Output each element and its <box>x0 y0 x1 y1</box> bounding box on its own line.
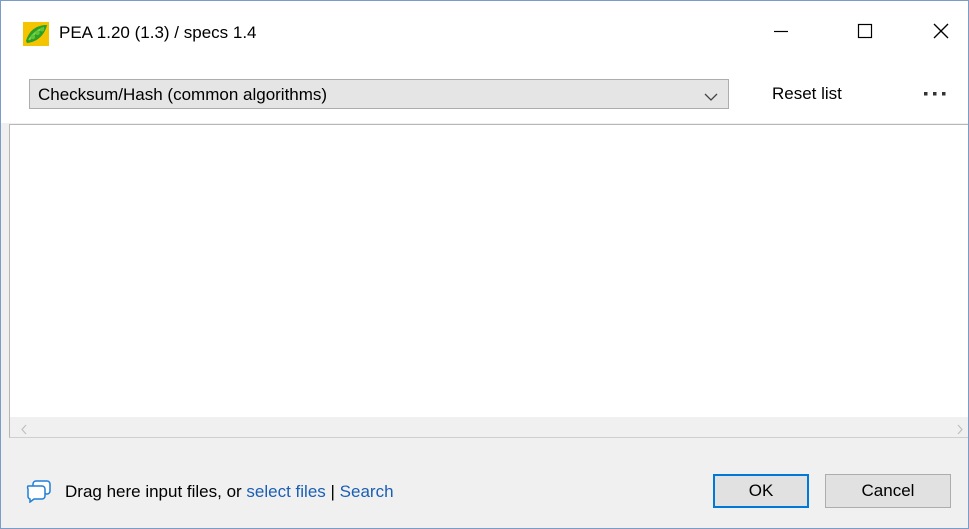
drag-hint-text: Drag here input files, or <box>65 482 247 501</box>
profile-dropdown[interactable]: Checksum/Hash (common algorithms) <box>29 79 729 109</box>
chat-bubble-icon <box>26 479 52 504</box>
search-link[interactable]: Search <box>340 482 394 501</box>
app-window: PEA 1.20 (1.3) / specs 1.4 Checksum/Hash… <box>0 0 969 529</box>
link-separator: | <box>325 482 340 501</box>
cancel-button[interactable]: Cancel <box>825 474 951 508</box>
select-files-link[interactable]: select files <box>246 482 325 501</box>
horizontal-scrollbar[interactable] <box>9 417 968 438</box>
ellipsis-icon[interactable] <box>921 85 951 101</box>
window-title: PEA 1.20 (1.3) / specs 1.4 <box>59 23 257 42</box>
reset-list-button[interactable]: Reset list <box>772 84 842 104</box>
drag-hint: Drag here input files, or select files |… <box>65 482 394 502</box>
maximize-icon <box>857 23 873 44</box>
pea-pod-icon <box>23 22 49 46</box>
chevron-down-icon <box>704 89 718 101</box>
scroll-right-icon[interactable] <box>956 422 964 435</box>
toolbar: Checksum/Hash (common algorithms) Reset … <box>1 65 968 123</box>
minimize-icon <box>773 23 789 44</box>
input-file-list[interactable] <box>9 124 968 417</box>
close-button[interactable] <box>913 1 968 65</box>
profile-dropdown-value: Checksum/Hash (common algorithms) <box>38 85 328 104</box>
minimize-button[interactable] <box>753 1 809 65</box>
close-icon <box>933 23 949 44</box>
maximize-button[interactable] <box>837 1 893 65</box>
title-bar: PEA 1.20 (1.3) / specs 1.4 <box>1 1 968 65</box>
scroll-left-icon[interactable] <box>20 422 28 435</box>
ok-button[interactable]: OK <box>713 474 809 508</box>
